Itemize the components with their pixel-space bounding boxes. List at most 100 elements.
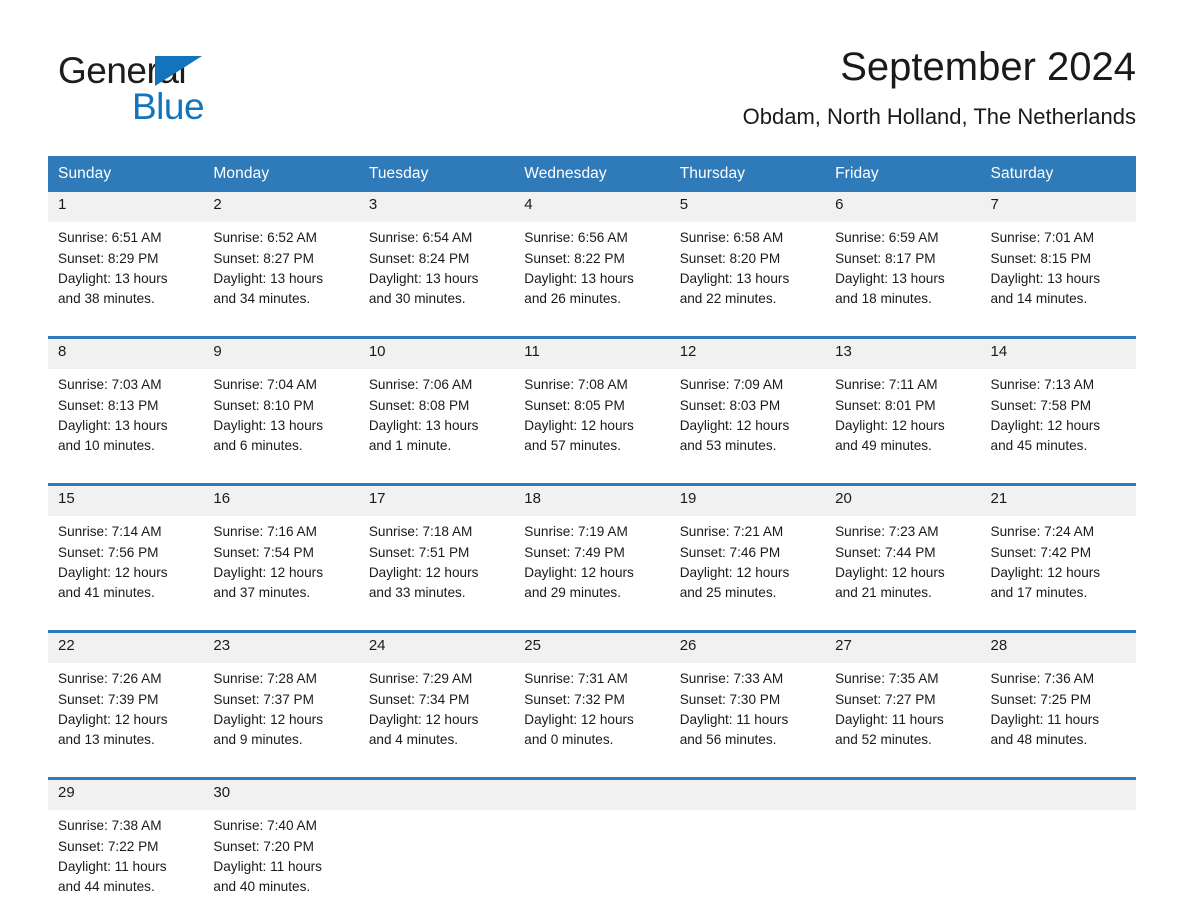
daylight-duration-line1: Daylight: 11 hours [58, 858, 167, 874]
day-detail-cell[interactable]: Sunrise: 7:01 AM Sunset: 8:15 PM Daylight:… [980, 222, 1136, 337]
day-number-cell[interactable]: 19 [669, 486, 826, 517]
day-number-cell[interactable]: 29 [48, 780, 204, 811]
sunset-time: Sunset: 7:39 PM [58, 691, 159, 707]
daylight-duration-line1: Daylight: 12 hours [835, 564, 945, 580]
sunrise-time: Sunrise: 6:59 AM [835, 230, 939, 246]
day-number-cell[interactable]: 18 [514, 486, 670, 517]
day-number-cell[interactable]: 25 [514, 633, 670, 664]
daylight-duration-line1: Daylight: 11 hours [835, 711, 944, 727]
day-detail-cell[interactable]: Sunrise: 7:08 AM Sunset: 8:05 PM Daylight:… [514, 369, 670, 484]
day-number-cell[interactable]: 10 [358, 339, 515, 370]
page-subtitle: Obdam, North Holland, The Netherlands [742, 104, 1136, 129]
daylight-duration-line2: and 41 minutes. [58, 584, 155, 600]
day-detail-cell[interactable]: Sunrise: 7:36 AM Sunset: 7:25 PM Daylight:… [980, 663, 1136, 778]
day-number-cell[interactable]: 6 [825, 192, 981, 223]
daylight-duration-line2: and 45 minutes. [990, 437, 1088, 453]
day-detail-cell[interactable]: Sunrise: 7:03 AM Sunset: 8:13 PM Daylight:… [48, 369, 204, 484]
calendar-page: General Blue September 2024 Obdam, North… [0, 0, 1188, 924]
daylight-duration-line1: Daylight: 12 hours [213, 564, 323, 580]
sunrise-time: Sunrise: 7:04 AM [213, 377, 317, 393]
day-number-cell[interactable]: 4 [514, 192, 670, 223]
day-detail-cell[interactable]: Sunrise: 7:06 AM Sunset: 8:08 PM Daylight:… [358, 369, 515, 484]
day-number-cell[interactable]: 5 [669, 192, 826, 223]
week-detail-row: Sunrise: 7:38 AM Sunset: 7:22 PM Daylight:… [48, 810, 1136, 924]
sunrise-time: Sunrise: 7:40 AM [213, 818, 317, 834]
day-detail-cell-empty [825, 810, 981, 924]
day-detail-cell[interactable]: Sunrise: 6:56 AM Sunset: 8:22 PM Daylight:… [514, 222, 670, 337]
day-number-cell[interactable]: 7 [980, 192, 1136, 223]
day-detail-cell[interactable]: Sunrise: 7:33 AM Sunset: 7:30 PM Daylight:… [669, 663, 826, 778]
day-number-cell[interactable]: 3 [358, 192, 515, 223]
sunset-time: Sunset: 7:44 PM [835, 544, 936, 560]
generalblue-logo: General Blue [58, 44, 258, 125]
day-number-cell[interactable]: 27 [825, 633, 981, 664]
sunrise-time: Sunrise: 7:14 AM [58, 524, 162, 540]
day-detail-cell[interactable]: Sunrise: 7:40 AM Sunset: 7:20 PM Daylight:… [203, 810, 359, 924]
day-number-cell[interactable]: 17 [358, 486, 515, 517]
day-detail-cell[interactable]: Sunrise: 7:14 AM Sunset: 7:56 PM Daylight:… [48, 516, 204, 631]
daylight-duration-line1: Daylight: 12 hours [213, 711, 323, 727]
day-detail-cell[interactable]: Sunrise: 7:26 AM Sunset: 7:39 PM Daylight:… [48, 663, 204, 778]
day-detail-cell[interactable]: Sunrise: 7:09 AM Sunset: 8:03 PM Daylight:… [669, 369, 826, 484]
day-number-cell[interactable]: 23 [203, 633, 359, 664]
day-detail-cell[interactable]: Sunrise: 6:59 AM Sunset: 8:17 PM Daylight:… [825, 222, 981, 337]
week-detail-row: Sunrise: 6:51 AM Sunset: 8:29 PM Daylight:… [48, 222, 1136, 337]
day-number-cell[interactable]: 15 [48, 486, 204, 517]
day-detail-cell[interactable]: Sunrise: 7:29 AM Sunset: 7:34 PM Daylight:… [358, 663, 515, 778]
day-detail-cell[interactable]: Sunrise: 7:38 AM Sunset: 7:22 PM Daylight:… [48, 810, 204, 924]
day-number-cell[interactable]: 30 [203, 780, 359, 811]
day-number-cell[interactable]: 21 [980, 486, 1136, 517]
sunset-time: Sunset: 7:22 PM [58, 838, 159, 854]
sunset-time: Sunset: 8:03 PM [679, 397, 781, 413]
day-number-cell[interactable]: 26 [669, 633, 826, 664]
day-detail-cell[interactable]: Sunrise: 6:54 AM Sunset: 8:24 PM Daylight:… [358, 222, 515, 337]
day-detail-cell[interactable]: Sunrise: 7:11 AM Sunset: 8:01 PM Daylight:… [825, 369, 981, 484]
day-detail-cell[interactable]: Sunrise: 7:28 AM Sunset: 7:37 PM Daylight:… [203, 663, 359, 778]
sunset-time: Sunset: 8:20 PM [679, 250, 781, 266]
day-number-cell[interactable]: 9 [203, 339, 359, 370]
day-number-cell[interactable]: 14 [980, 339, 1136, 370]
daylight-duration-line1: Daylight: 12 hours [368, 564, 479, 580]
sunset-time: Sunset: 7:34 PM [368, 691, 470, 707]
day-detail-cell[interactable]: Sunrise: 7:13 AM Sunset: 7:58 PM Daylight:… [980, 369, 1136, 484]
day-number-cell[interactable]: 1 [48, 192, 204, 223]
weekday-header-tuesday: Tuesday [358, 156, 515, 193]
daylight-duration-line1: Daylight: 12 hours [524, 564, 634, 580]
day-detail-cell[interactable]: Sunrise: 7:31 AM Sunset: 7:32 PM Daylight:… [514, 663, 670, 778]
day-number-cell[interactable]: 12 [669, 339, 826, 370]
day-detail-cell[interactable]: Sunrise: 7:18 AM Sunset: 7:51 PM Daylight:… [358, 516, 515, 631]
daylight-duration-line2: and 9 minutes. [213, 731, 303, 747]
sunset-time: Sunset: 8:17 PM [835, 250, 936, 266]
day-number-cell[interactable]: 20 [825, 486, 981, 517]
daylight-duration-line2: and 18 minutes. [835, 290, 932, 306]
sunset-time: Sunset: 7:51 PM [368, 544, 470, 560]
day-number-cell[interactable]: 13 [825, 339, 981, 370]
weekday-header-friday: Friday [825, 156, 981, 193]
day-number-cell[interactable]: 2 [203, 192, 359, 223]
day-number-cell[interactable]: 24 [358, 633, 515, 664]
day-number-cell[interactable]: 22 [48, 633, 204, 664]
day-detail-cell[interactable]: Sunrise: 7:19 AM Sunset: 7:49 PM Daylight:… [514, 516, 670, 631]
day-detail-cell[interactable]: Sunrise: 6:58 AM Sunset: 8:20 PM Daylight:… [669, 222, 826, 337]
day-number-cell-empty [669, 780, 826, 811]
daylight-duration-line2: and 0 minutes. [524, 731, 614, 747]
weekday-header-monday: Monday [203, 156, 359, 193]
sunset-time: Sunset: 8:22 PM [524, 250, 625, 266]
day-detail-cell[interactable]: Sunrise: 7:04 AM Sunset: 8:10 PM Daylight:… [203, 369, 359, 484]
day-number-cell[interactable]: 11 [514, 339, 670, 370]
day-number-cell[interactable]: 16 [203, 486, 359, 517]
day-detail-cell[interactable]: Sunrise: 7:23 AM Sunset: 7:44 PM Daylight:… [825, 516, 981, 631]
day-number-cell[interactable]: 28 [980, 633, 1136, 664]
day-detail-cell[interactable]: Sunrise: 6:51 AM Sunset: 8:29 PM Daylight:… [48, 222, 204, 337]
sunrise-time: Sunrise: 7:09 AM [679, 377, 784, 393]
day-detail-cell[interactable]: Sunrise: 7:16 AM Sunset: 7:54 PM Daylight:… [203, 516, 359, 631]
day-detail-cell[interactable]: Sunrise: 7:21 AM Sunset: 7:46 PM Daylight:… [669, 516, 826, 631]
day-number-cell[interactable]: 8 [48, 339, 204, 370]
day-detail-cell[interactable]: Sunrise: 7:35 AM Sunset: 7:27 PM Daylight:… [825, 663, 981, 778]
daylight-duration-line1: Daylight: 13 hours [213, 270, 323, 286]
sunrise-time: Sunrise: 7:24 AM [990, 524, 1095, 540]
sunset-time: Sunset: 7:46 PM [679, 544, 781, 560]
day-detail-cell[interactable]: Sunrise: 7:24 AM Sunset: 7:42 PM Daylight:… [980, 516, 1136, 631]
sunrise-time: Sunrise: 6:52 AM [213, 230, 317, 246]
day-detail-cell[interactable]: Sunrise: 6:52 AM Sunset: 8:27 PM Daylight:… [203, 222, 359, 337]
